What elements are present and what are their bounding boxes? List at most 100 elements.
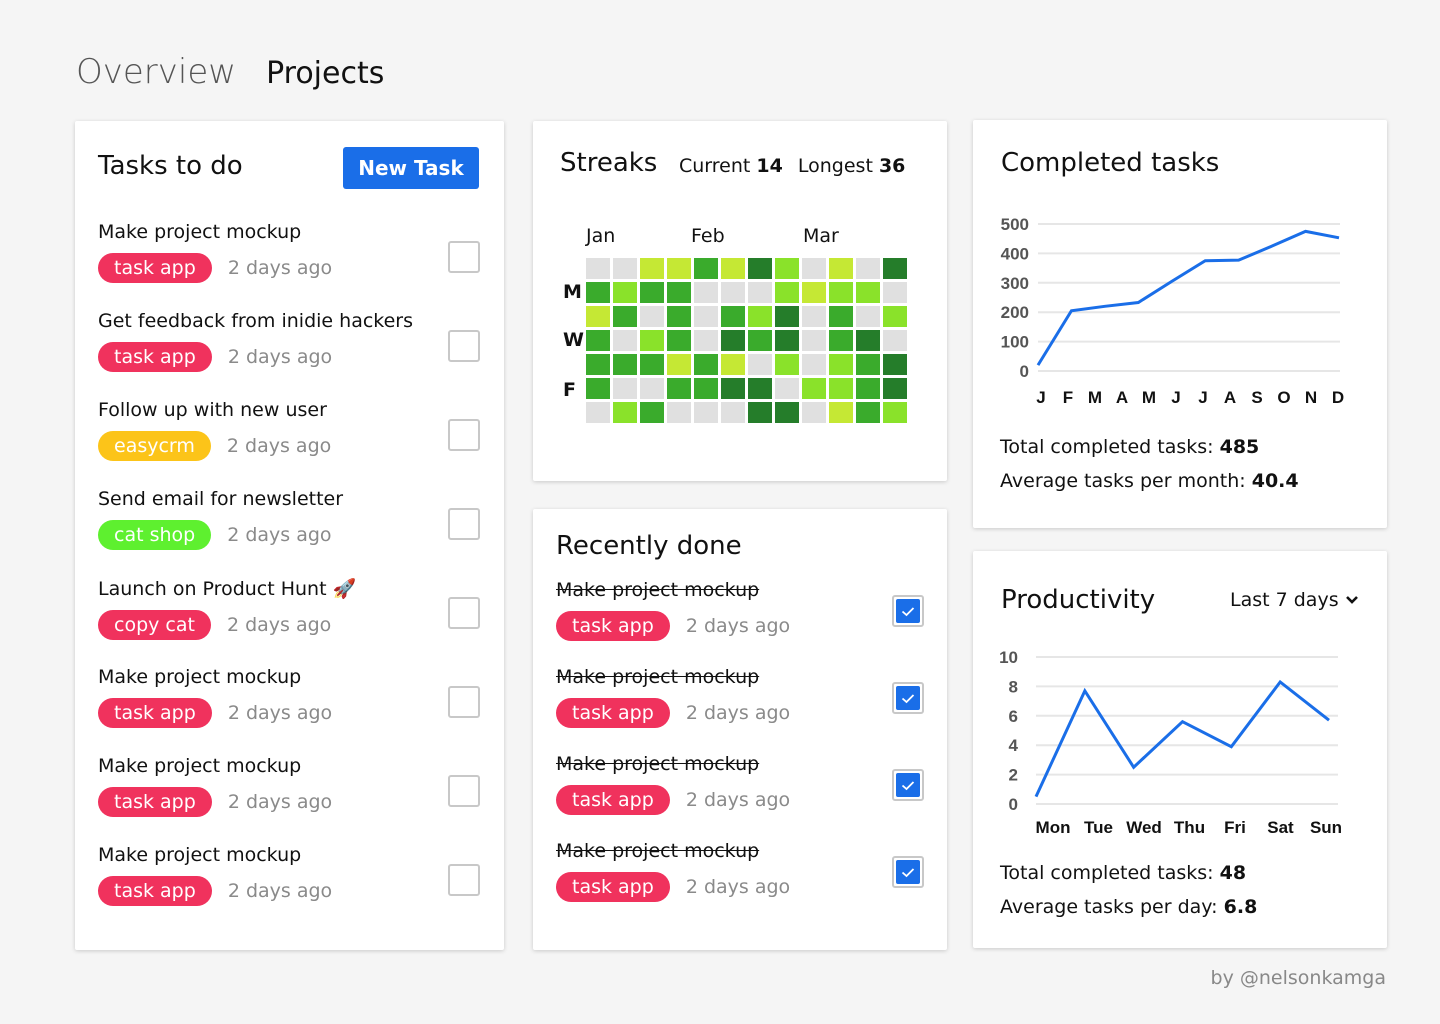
heatmap-cell[interactable] [748, 282, 772, 303]
heatmap-cell[interactable] [586, 378, 610, 399]
heatmap-cell[interactable] [721, 354, 745, 375]
heatmap-cell[interactable] [586, 330, 610, 351]
heatmap-cell[interactable] [613, 282, 637, 303]
project-tag[interactable]: task app [98, 253, 212, 283]
project-tag[interactable]: copy cat [98, 610, 211, 640]
heatmap-cell[interactable] [721, 402, 745, 423]
heatmap-cell[interactable] [667, 378, 691, 399]
heatmap-cell[interactable] [802, 378, 826, 399]
heatmap-cell[interactable] [694, 378, 718, 399]
project-tag[interactable]: task app [556, 698, 670, 728]
heatmap-cell[interactable] [667, 258, 691, 279]
heatmap-cell[interactable] [802, 402, 826, 423]
heatmap-cell[interactable] [667, 354, 691, 375]
heatmap-cell[interactable] [613, 354, 637, 375]
heatmap-cell[interactable] [883, 306, 907, 327]
heatmap-cell[interactable] [748, 306, 772, 327]
heatmap-cell[interactable] [721, 282, 745, 303]
heatmap-cell[interactable] [856, 378, 880, 399]
task-checkbox[interactable] [448, 597, 480, 629]
heatmap-cell[interactable] [640, 354, 664, 375]
heatmap-cell[interactable] [748, 378, 772, 399]
heatmap-cell[interactable] [883, 258, 907, 279]
heatmap-cell[interactable] [721, 258, 745, 279]
heatmap-cell[interactable] [613, 402, 637, 423]
heatmap-cell[interactable] [694, 282, 718, 303]
heatmap-cell[interactable] [775, 402, 799, 423]
heatmap-cell[interactable] [640, 258, 664, 279]
heatmap-cell[interactable] [829, 282, 853, 303]
heatmap-cell[interactable] [856, 330, 880, 351]
heatmap-cell[interactable] [667, 282, 691, 303]
heatmap-cell[interactable] [883, 378, 907, 399]
heatmap-cell[interactable] [640, 282, 664, 303]
heatmap-cell[interactable] [775, 282, 799, 303]
heatmap-cell[interactable] [802, 306, 826, 327]
heatmap-cell[interactable] [748, 402, 772, 423]
done-checkbox[interactable] [892, 595, 924, 627]
heatmap-cell[interactable] [694, 306, 718, 327]
task-checkbox[interactable] [448, 686, 480, 718]
heatmap-cell[interactable] [802, 258, 826, 279]
project-tag[interactable]: task app [98, 787, 212, 817]
task-checkbox[interactable] [448, 508, 480, 540]
done-checkbox[interactable] [892, 769, 924, 801]
heatmap-cell[interactable] [856, 282, 880, 303]
heatmap-cell[interactable] [613, 378, 637, 399]
heatmap-cell[interactable] [829, 354, 853, 375]
heatmap-cell[interactable] [829, 330, 853, 351]
heatmap-cell[interactable] [667, 330, 691, 351]
project-tag[interactable]: task app [556, 785, 670, 815]
heatmap-cell[interactable] [640, 402, 664, 423]
heatmap-cell[interactable] [829, 306, 853, 327]
heatmap-cell[interactable] [856, 354, 880, 375]
heatmap-cell[interactable] [883, 354, 907, 375]
heatmap-cell[interactable] [775, 378, 799, 399]
task-checkbox[interactable] [448, 864, 480, 896]
heatmap-cell[interactable] [667, 402, 691, 423]
tab-projects[interactable]: Projects [266, 56, 384, 91]
heatmap-cell[interactable] [586, 354, 610, 375]
heatmap-cell[interactable] [613, 306, 637, 327]
heatmap-cell[interactable] [640, 306, 664, 327]
heatmap-cell[interactable] [613, 258, 637, 279]
heatmap-cell[interactable] [856, 258, 880, 279]
project-tag[interactable]: task app [556, 872, 670, 902]
heatmap-cell[interactable] [775, 258, 799, 279]
heatmap-cell[interactable] [748, 330, 772, 351]
heatmap-cell[interactable] [829, 402, 853, 423]
heatmap-cell[interactable] [694, 258, 718, 279]
project-tag[interactable]: task app [556, 611, 670, 641]
project-tag[interactable]: task app [98, 698, 212, 728]
heatmap-cell[interactable] [856, 306, 880, 327]
heatmap-cell[interactable] [613, 330, 637, 351]
heatmap-cell[interactable] [829, 378, 853, 399]
project-tag[interactable]: task app [98, 876, 212, 906]
heatmap-cell[interactable] [667, 306, 691, 327]
heatmap-cell[interactable] [586, 282, 610, 303]
task-checkbox[interactable] [448, 775, 480, 807]
heatmap-cell[interactable] [883, 282, 907, 303]
heatmap-cell[interactable] [802, 282, 826, 303]
heatmap-cell[interactable] [775, 330, 799, 351]
heatmap-cell[interactable] [856, 402, 880, 423]
task-checkbox[interactable] [448, 330, 480, 362]
project-tag[interactable]: easycrm [98, 431, 211, 461]
project-tag[interactable]: task app [98, 342, 212, 372]
heatmap-cell[interactable] [694, 402, 718, 423]
heatmap-cell[interactable] [802, 354, 826, 375]
heatmap-cell[interactable] [883, 330, 907, 351]
new-task-button[interactable]: New Task [343, 147, 479, 189]
heatmap-cell[interactable] [721, 378, 745, 399]
project-tag[interactable]: cat shop [98, 520, 212, 550]
heatmap-cell[interactable] [802, 330, 826, 351]
heatmap-cell[interactable] [775, 306, 799, 327]
heatmap-cell[interactable] [586, 402, 610, 423]
heatmap-cell[interactable] [748, 258, 772, 279]
done-checkbox[interactable] [892, 682, 924, 714]
range-dropdown[interactable]: Last 7 days [1230, 589, 1359, 611]
done-checkbox[interactable] [892, 856, 924, 888]
task-checkbox[interactable] [448, 241, 480, 273]
heatmap-cell[interactable] [640, 378, 664, 399]
heatmap-cell[interactable] [883, 402, 907, 423]
